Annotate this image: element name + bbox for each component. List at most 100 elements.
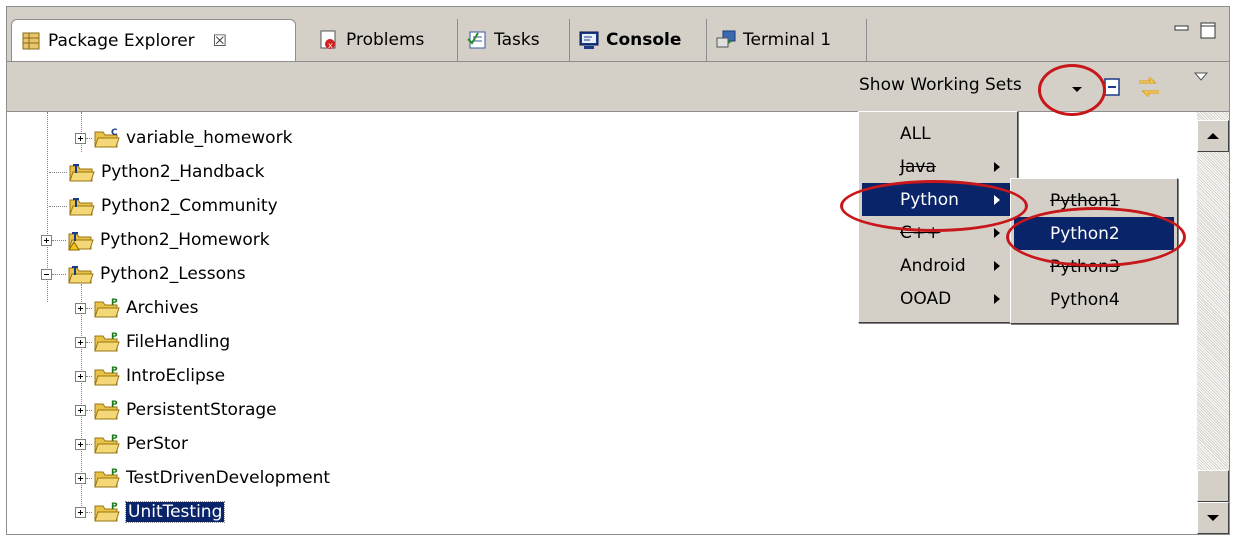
p-project-folder-icon: P — [94, 399, 120, 421]
menu-item-android[interactable]: Android — [862, 249, 1014, 282]
menu-item-python[interactable]: Python — [862, 183, 1014, 216]
tab-tasks[interactable]: Tasks — [458, 19, 570, 61]
menu-item-label: Android — [900, 255, 966, 276]
collapse-all-button[interactable] — [1101, 75, 1125, 104]
menu-item-all[interactable]: ALL — [862, 117, 1014, 150]
tab-package-explorer[interactable]: Package Explorer ☒ — [11, 19, 296, 61]
svg-text:P: P — [111, 502, 118, 512]
tree-item-label: PerStor — [126, 434, 188, 454]
arrow-up-icon — [1207, 133, 1219, 139]
tree-item[interactable]: Python2_Handback — [49, 156, 264, 188]
tree-item-label: FileHandling — [126, 332, 231, 352]
expand-icon[interactable] — [75, 438, 86, 450]
view-menu-button[interactable] — [1191, 68, 1211, 91]
submenu-item-python3[interactable]: Python3 — [1014, 250, 1174, 283]
show-working-sets-label: Show Working Sets — [859, 75, 1022, 95]
expand-icon[interactable] — [41, 234, 52, 246]
expand-icon[interactable] — [75, 472, 86, 484]
menu-item-label: Python1 — [1050, 190, 1120, 211]
tasks-icon — [466, 29, 488, 51]
tab-terminal[interactable]: Terminal 1 — [707, 19, 867, 61]
tree-item-label: TestDrivenDevelopment — [126, 468, 331, 488]
maximize-button[interactable] — [1199, 21, 1219, 46]
svg-text:x: x — [328, 41, 333, 50]
menu-item-java[interactable]: Java — [862, 150, 1014, 183]
tab-console[interactable]: Console — [570, 19, 707, 61]
python-working-sets-submenu: Python1 Python2 Python3 Python4 — [1010, 178, 1178, 324]
tree-item[interactable]: P FileHandling — [75, 326, 230, 358]
tree-item[interactable]: P PersistentStorage — [75, 394, 277, 426]
python-project-folder-icon — [69, 195, 95, 217]
tree-item-label: Python2_Handback — [101, 162, 265, 182]
tree-item[interactable]: P Archives — [75, 292, 198, 324]
scroll-thumb[interactable] — [1197, 470, 1229, 502]
python-project-folder-warning-icon — [68, 229, 94, 251]
expand-icon[interactable] — [75, 336, 86, 348]
expand-icon[interactable] — [75, 302, 86, 314]
link-with-editor-icon — [1139, 76, 1159, 98]
tree-item[interactable]: Python2_Lessons — [41, 258, 246, 290]
menu-item-ooad[interactable]: OOAD — [862, 282, 1014, 315]
tab-label: Package Explorer — [48, 30, 195, 51]
submenu-item-python2[interactable]: Python2 — [1014, 217, 1174, 250]
package-explorer-icon — [20, 30, 42, 52]
python-project-folder-icon — [68, 263, 94, 285]
python-project-folder-icon — [69, 161, 95, 183]
svg-text:P: P — [111, 366, 118, 376]
p-project-folder-icon: P — [94, 331, 120, 353]
tree-item[interactable]: Python2_Community — [49, 190, 278, 222]
vertical-scrollbar[interactable] — [1197, 111, 1229, 534]
tree-item[interactable]: P IntroEclipse — [75, 360, 225, 392]
tree-item-label-selected: UnitTesting — [124, 501, 226, 523]
minimize-button[interactable] — [1173, 21, 1191, 44]
menu-item-label: OOAD — [900, 288, 952, 309]
expand-icon[interactable] — [75, 370, 86, 382]
svg-text:P: P — [111, 400, 118, 410]
tree-item-label: Python2_Lessons — [100, 264, 246, 284]
submenu-arrow-icon — [994, 294, 1000, 304]
tab-label: Terminal 1 — [743, 30, 832, 50]
menu-item-cpp[interactable]: C++ — [862, 216, 1014, 249]
submenu-arrow-icon — [994, 261, 1000, 271]
svg-text:P: P — [111, 468, 118, 478]
c-project-folder-icon: C — [94, 127, 120, 149]
working-sets-menu: ALL Java Python C++ Android OOAD — [858, 111, 1018, 323]
expand-icon[interactable] — [75, 132, 86, 144]
tree-item[interactable]: C variable_homework — [75, 122, 292, 154]
tree-item-label: Python2_Community — [101, 196, 278, 216]
svg-text:P: P — [111, 332, 118, 342]
p-project-folder-icon: P — [94, 365, 120, 387]
problems-icon: x — [318, 29, 340, 51]
collapse-icon[interactable] — [41, 268, 52, 280]
tree-item[interactable]: P UnitTesting — [75, 496, 226, 528]
close-tab-icon[interactable]: ☒ — [213, 31, 227, 50]
submenu-arrow-icon — [994, 228, 1000, 238]
tab-problems[interactable]: x Problems — [310, 19, 458, 61]
minimize-icon — [1174, 25, 1189, 31]
svg-text:P: P — [111, 298, 118, 308]
tree-item[interactable]: Python2_Homework — [41, 224, 270, 256]
submenu-item-python4[interactable]: Python4 — [1014, 283, 1174, 316]
menu-item-label: Python3 — [1050, 256, 1120, 277]
tree-item-label: variable_homework — [126, 128, 293, 148]
scroll-down-button[interactable] — [1197, 502, 1229, 534]
view-toolbar: Show Working Sets — [7, 61, 1229, 111]
terminal-icon — [715, 29, 737, 51]
tree-item[interactable]: P PerStor — [75, 428, 188, 460]
view-menu-triangle-icon — [1193, 72, 1209, 81]
expand-icon[interactable] — [75, 506, 86, 518]
chevron-down-icon — [1072, 87, 1082, 92]
tab-label: Problems — [346, 30, 425, 50]
tab-label: Tasks — [494, 30, 540, 50]
tree-item-label: Archives — [126, 298, 199, 318]
submenu-item-python1[interactable]: Python1 — [1014, 184, 1174, 217]
menu-item-label: C++ — [900, 222, 941, 243]
tree-item[interactable]: P TestDrivenDevelopment — [75, 462, 330, 494]
expand-icon[interactable] — [75, 404, 86, 416]
link-with-editor-button[interactable] — [1135, 74, 1163, 105]
maximize-icon — [1200, 22, 1216, 39]
scroll-up-button[interactable] — [1197, 120, 1229, 152]
svg-text:C: C — [111, 128, 118, 138]
menu-item-label: Python4 — [1050, 289, 1120, 310]
working-sets-dropdown-button[interactable] — [1065, 77, 1089, 101]
